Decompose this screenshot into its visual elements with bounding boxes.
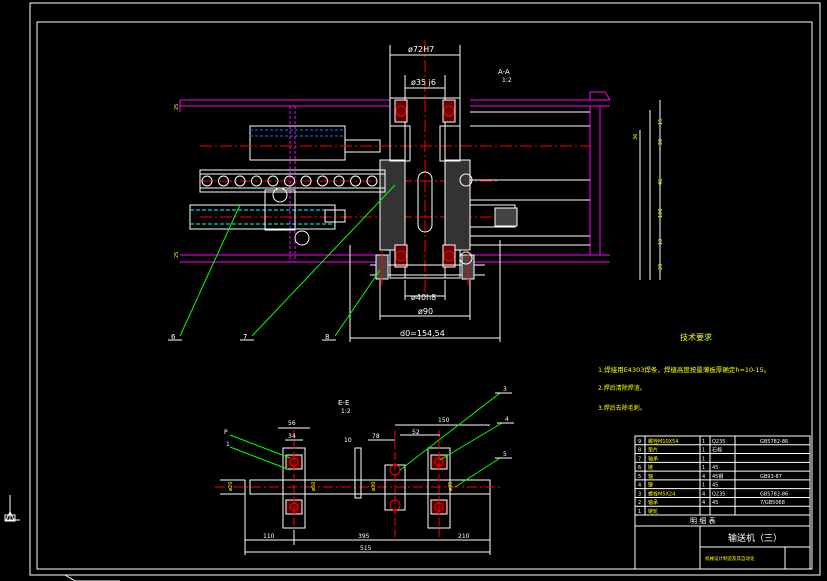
bom-cell-name: 螺栓M10X54: [648, 438, 678, 445]
dim-d72: ø72H7: [408, 45, 434, 54]
ucs-icon: [4, 495, 20, 522]
bom-cell-mat: 45: [712, 465, 718, 471]
bom-cell-std: GB5782-86: [760, 491, 788, 497]
dim-150: 150: [438, 417, 450, 424]
bom-cell-mat: 石棉: [712, 447, 722, 454]
bom-cell-no: 6: [638, 465, 641, 471]
callout-6: 6: [171, 333, 176, 341]
bom-cell-no: 8: [638, 448, 641, 454]
dim-110: 110: [263, 533, 275, 540]
tech-req-item-3: 3.焊后去除毛刺。: [598, 404, 646, 412]
tech-req-title: 技术要求: [680, 332, 712, 342]
bom-cell-no: 2: [638, 500, 641, 506]
svg-text:20: 20: [658, 139, 664, 145]
bom-cell-mat: Q235: [712, 491, 725, 497]
bom-cell-name: 链轮: [648, 508, 658, 515]
bom-cell-std: 7/GB5068: [760, 500, 785, 506]
svg-text:ø35: ø35: [448, 482, 454, 491]
bom-cell-no: 5: [638, 474, 641, 480]
svg-text:ø30: ø30: [371, 482, 377, 491]
tech-req-item-1: 1.焊接用E4303焊条，焊缝高度按最薄板厚确定h=10-15。: [598, 365, 770, 374]
callout-5: 5: [503, 451, 507, 458]
bom-footer: 明 细 表: [690, 516, 715, 525]
svg-text:15: 15: [658, 119, 664, 125]
section-ee-view: E-E 1:2 ø20 ø50 ø30 ø35 56 34 78 10 150 …: [215, 386, 514, 555]
section-ee-title: E-E: [338, 399, 349, 407]
dim-34: 34: [288, 433, 296, 440]
bom-cell-qty: 1: [702, 448, 705, 454]
svg-text:ø20: ø20: [228, 482, 234, 491]
bom-cell-name: 螺栓M5X24: [648, 490, 675, 497]
section-aa-title: A-A: [498, 68, 510, 76]
dim-10: 10: [344, 437, 352, 444]
bom-cell-no: 7: [638, 456, 641, 462]
dim-395: 395: [358, 533, 370, 540]
callout-3: 3: [503, 386, 507, 393]
svg-text:36: 36: [633, 134, 639, 140]
technical-requirements: 技术要求 1.焊接用E4303焊条，焊缝高度按最薄板厚确定h=10-15。 2.…: [598, 332, 770, 412]
callout-1: 1: [226, 441, 230, 448]
bom-cell-no: 3: [638, 491, 641, 497]
dim-515: 515: [360, 545, 372, 552]
bom-cell-qty: 1: [702, 456, 705, 462]
dim-56: 56: [288, 420, 296, 427]
upper-conveyor: [249, 125, 381, 161]
tech-req-item-2: 2.焊后清除焊渣。: [598, 384, 646, 392]
svg-text:25: 25: [174, 252, 180, 258]
callout-8: 8: [325, 333, 329, 341]
bom-cell-std: GB93-87: [760, 474, 782, 480]
bom-cell-qty: 4: [702, 500, 705, 506]
bom-cell-qty: 1: [702, 465, 705, 471]
bom-cell-no: 9: [638, 439, 641, 445]
drawing-title: 输送机（三）: [728, 532, 782, 544]
bom-cell-qty: 1: [702, 483, 705, 489]
dim-d0: d0=154,54: [400, 329, 445, 338]
dim-52: 52: [412, 429, 420, 436]
bom-cell-name: 键: [648, 482, 653, 489]
svg-text:25: 25: [174, 104, 180, 110]
dim-d90: ø90: [418, 307, 433, 316]
bom-cell-std: GB5782-86: [760, 439, 788, 445]
bom-cell-name: 轴: [648, 473, 653, 480]
dim-d40: ø40h8: [411, 293, 436, 302]
svg-text:ø50: ø50: [311, 482, 317, 491]
dim-d35: ø35 j6: [411, 78, 436, 87]
bom-cell-mat: 45钢: [712, 473, 723, 480]
svg-text:20: 20: [658, 264, 664, 270]
bom-cell-mat: Q235: [712, 439, 725, 445]
svg-text:100: 100: [658, 208, 664, 218]
bom-cell-no: 1: [638, 509, 641, 515]
bom-cell-qty: 4: [702, 491, 705, 497]
bom-cell-name: 垫片: [648, 447, 658, 454]
dim-78: 78: [372, 433, 380, 440]
bom-cell-no: 4: [638, 483, 641, 489]
dim-210: 210: [458, 533, 470, 540]
bom-cell-qty: 4: [702, 474, 705, 480]
cad-drawing-canvas: 15 20 46 100 10 20 36 25 25 ø72H7 ø35 j6…: [4, 2, 821, 581]
section-aa-scale: 1:2: [502, 77, 512, 84]
callout-7: 7: [243, 333, 247, 341]
bom-cell-name: 链: [648, 464, 653, 471]
layout-tab-mark: [64, 574, 120, 581]
svg-text:46: 46: [658, 179, 664, 185]
bom-table: 9 螺栓M10X54 1 Q235 GB5782-86 8 垫片 1 石棉 7 轴承 1 6 链 1 45 5 轴…: [635, 438, 810, 516]
bom-cell-name: 轴承: [648, 499, 658, 506]
section-aa-view: 15 20 46 100 10 20 36 25 25 ø72H7 ø35 j6…: [168, 40, 664, 342]
right-dim-stack: [639, 100, 661, 280]
callout-p: P: [224, 429, 228, 436]
bom-cell-mat: 45: [712, 483, 718, 489]
svg-text:10: 10: [658, 239, 664, 245]
school-name: 机械设计制造及其自动化: [705, 555, 755, 562]
callout-4: 4: [505, 416, 509, 423]
bom-cell-name: 轴承: [648, 455, 658, 462]
section-ee-scale: 1:2: [341, 408, 351, 415]
bom-cell-mat: 45: [712, 500, 718, 506]
bom-cell-qty: 1: [702, 439, 705, 445]
